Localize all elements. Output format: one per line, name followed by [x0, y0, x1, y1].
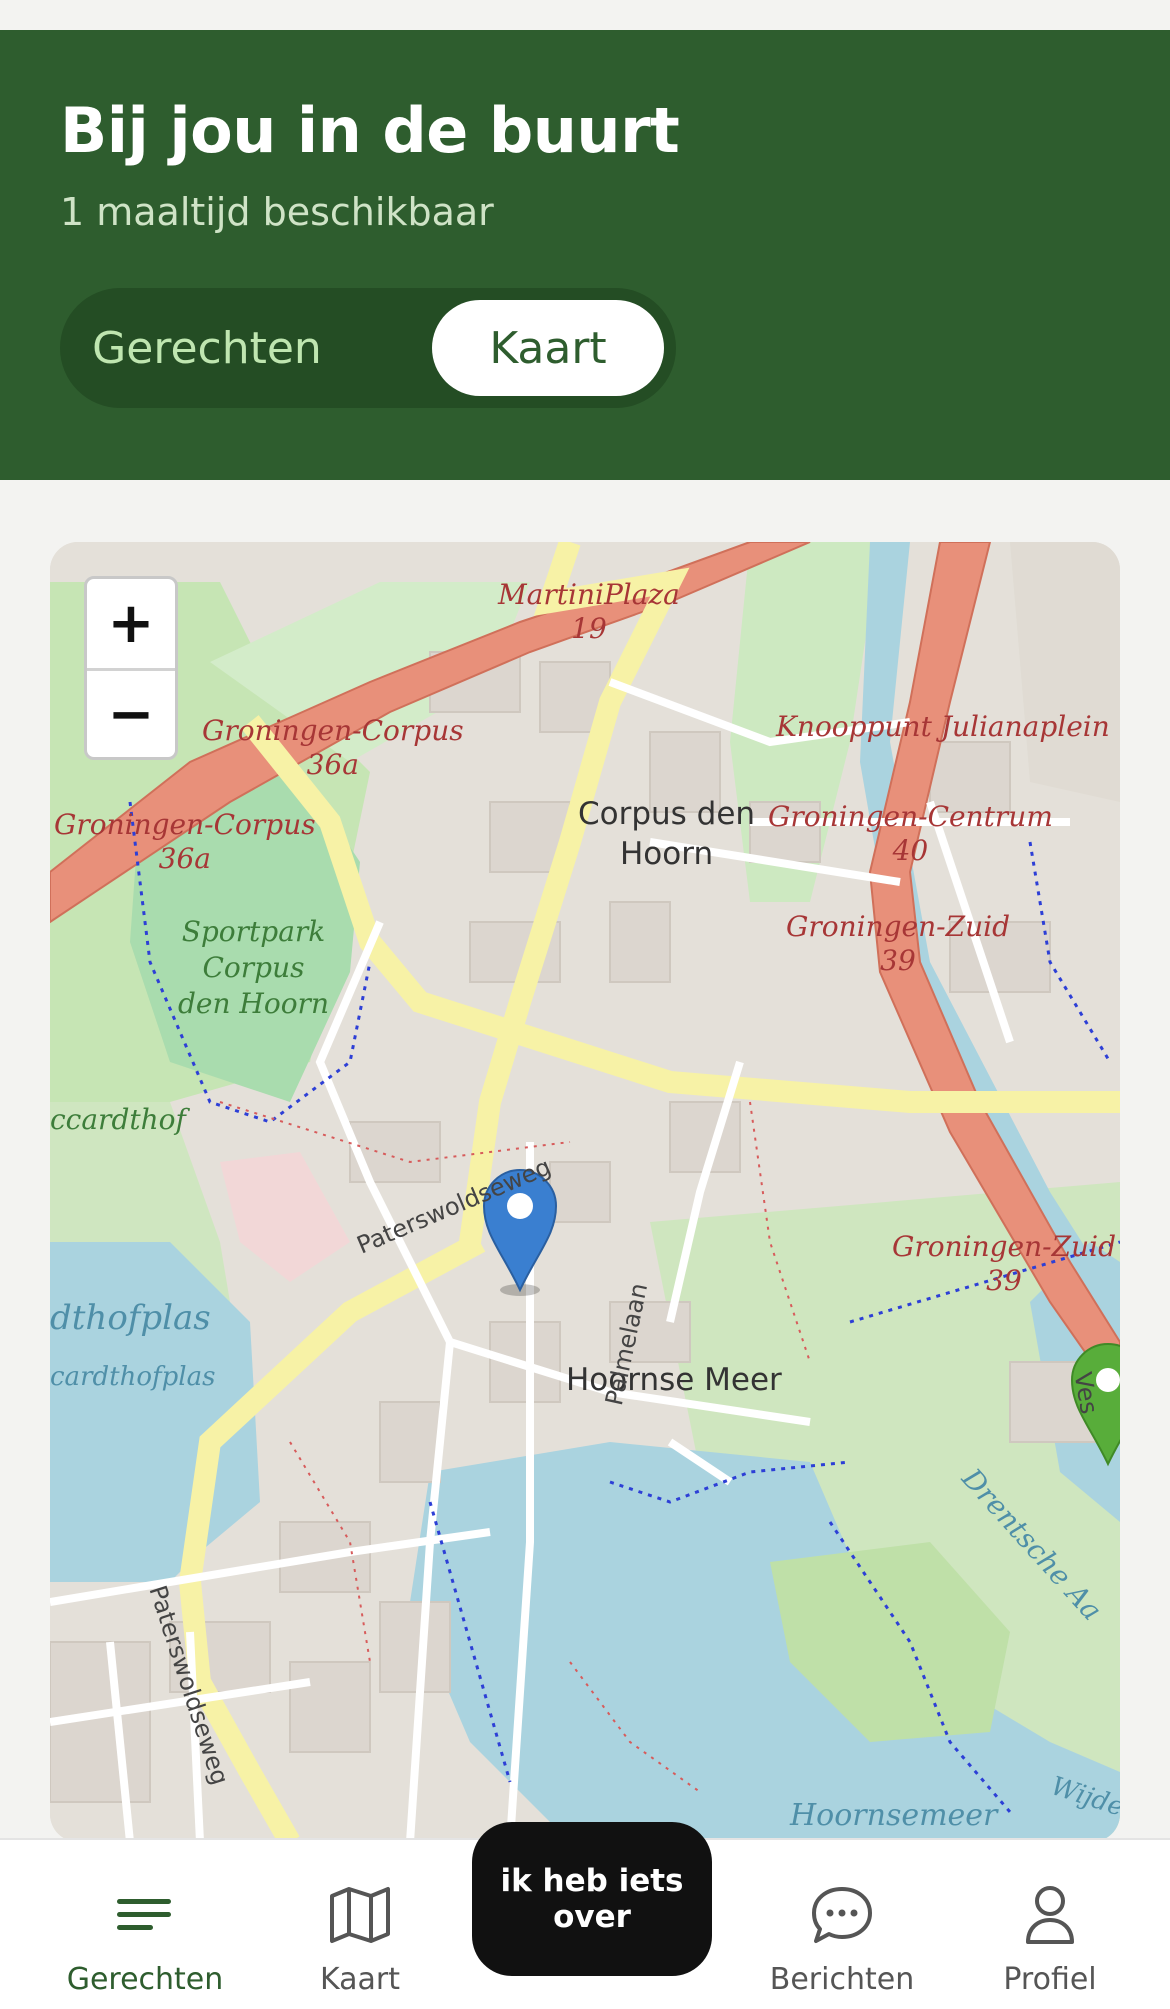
chat-bubble-icon: [810, 1880, 874, 1950]
zoom-out-button[interactable]: −: [87, 668, 175, 757]
person-icon: [1024, 1880, 1076, 1950]
tab-kaart[interactable]: Kaart: [432, 300, 664, 396]
map-label-groningen-zuid: Groningen-Zuid 39: [786, 910, 1010, 977]
nav-gerechten[interactable]: Gerechten: [40, 1840, 250, 2009]
ik-heb-iets-over-button[interactable]: ik heb iets over: [472, 1822, 712, 1976]
status-bar-area: [0, 0, 1170, 30]
nav-berichten[interactable]: Berichten: [752, 1840, 932, 2009]
map-label-groningen-corpus-2: Groningen-Corpus 36a: [54, 808, 316, 875]
map-label-groningen-corpus: Groningen-Corpus 36a: [202, 714, 464, 781]
nav-kaart-label: Kaart: [319, 1962, 400, 1997]
nav-berichten-label: Berichten: [769, 1962, 915, 1997]
meal-count-subtitle: 1 maaltijd beschikbaar: [60, 190, 494, 234]
menu-lines-icon: [115, 1880, 175, 1950]
map-label-knooppunt: Knooppunt Julianaplein: [776, 710, 1110, 743]
map-icon: [329, 1880, 391, 1950]
map-label-sportpark: Sportpark Corpus den Hoorn: [178, 915, 329, 1020]
map-label-hoornse-meer: Hoornse Meer: [566, 1362, 782, 1398]
page-header: Bij jou in de buurt 1 maaltijd beschikba…: [0, 30, 1170, 480]
tab-gerechten[interactable]: Gerechten: [72, 300, 342, 396]
map-label-corpus-den-hoorn: Corpus den Hoorn: [578, 796, 756, 872]
nav-profiel[interactable]: Profiel: [980, 1840, 1120, 2009]
nav-kaart[interactable]: Kaart: [280, 1840, 440, 2009]
map-label-groningen-centrum: Groningen-Centrum 40: [768, 800, 1053, 867]
view-toggle: Gerechten Kaart: [60, 288, 676, 408]
map-label-cardthofplas: cardthofplas: [50, 1362, 216, 1392]
map-view[interactable]: + − MartiniPlaza 19 Knooppunt Julianaple…: [50, 542, 1120, 1842]
zoom-in-button[interactable]: +: [87, 579, 175, 668]
map-label-groningen-zuid-2: Groningen-Zuid 39: [892, 1230, 1116, 1297]
map-label-martiniplaza: MartiniPlaza 19: [498, 578, 680, 645]
map-label-dthofplas: dthofplas: [50, 1298, 211, 1338]
map-label-ccardthof: ccardthof: [50, 1103, 186, 1136]
page-title: Bij jou in de buurt: [60, 94, 680, 167]
nav-profiel-label: Profiel: [1003, 1962, 1097, 1997]
nav-gerechten-label: Gerechten: [66, 1962, 224, 1997]
map-zoom-control: + −: [84, 576, 178, 760]
map-label-hoornsemeer: Hoornsemeer: [790, 1798, 998, 1833]
